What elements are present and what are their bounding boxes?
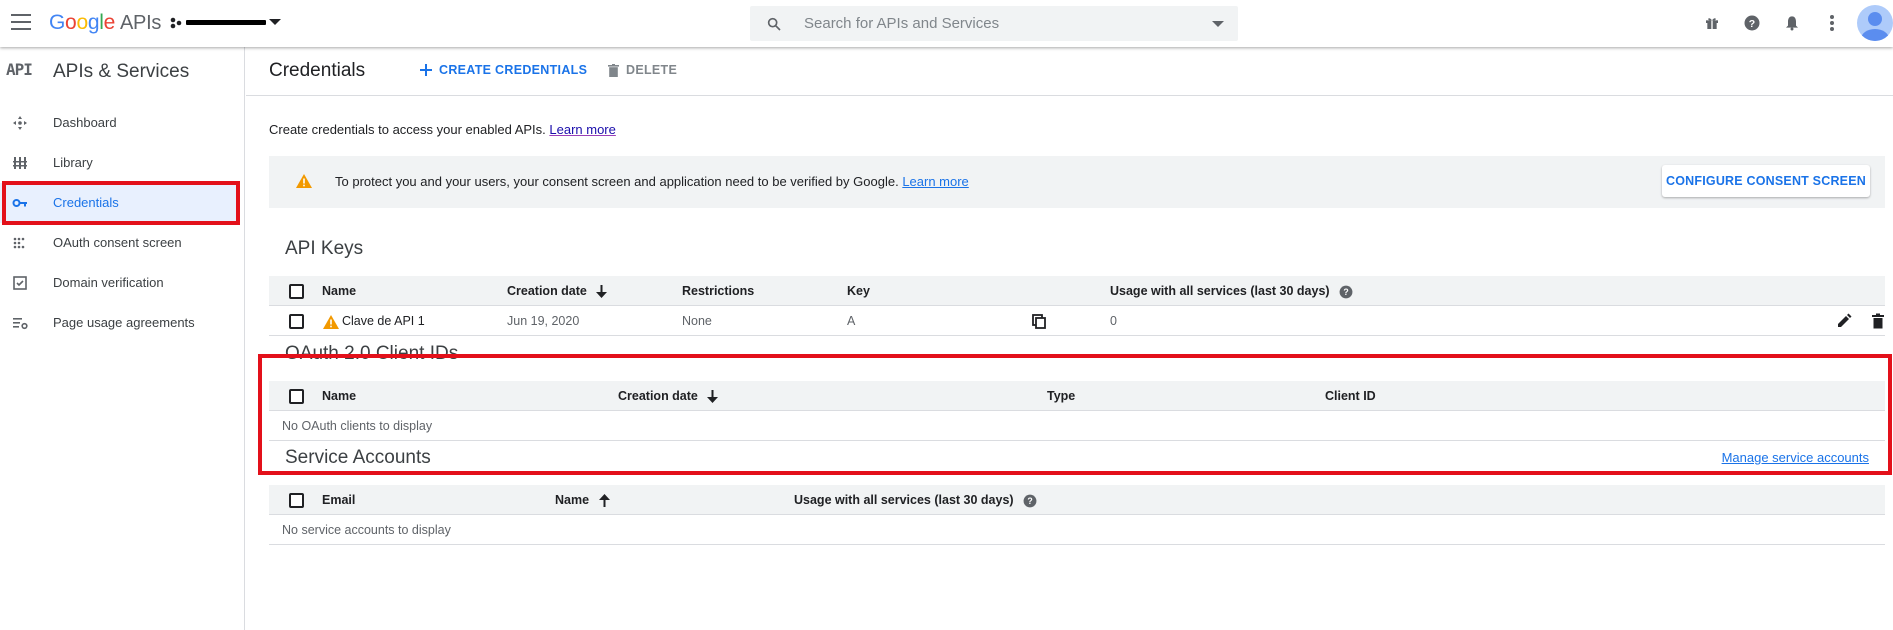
sidebar-item-page-usage[interactable]: Page usage agreements (0, 303, 240, 343)
select-all-checkbox[interactable] (289, 284, 304, 299)
checkbox-icon (13, 276, 27, 290)
google-apis-logo[interactable]: Google APIs (49, 11, 161, 35)
plus-icon (420, 64, 432, 76)
search-icon (767, 17, 781, 31)
column-header-label: Usage with all services (last 30 days) (1110, 284, 1330, 298)
api-keys-title: API Keys (285, 238, 364, 259)
page-header: Credentials CREATE CREDENTIALS DELETE (246, 47, 1893, 96)
page-title: Credentials (269, 60, 366, 81)
intro-text: Create credentials to access your enable… (269, 122, 616, 137)
column-header-usage: Usage with all services (last 30 days) ? (794, 493, 1037, 508)
copy-icon[interactable] (1031, 313, 1047, 329)
highlight-oauth-section (258, 354, 1892, 475)
column-header-restrictions: Restrictions (682, 284, 755, 298)
help-icon[interactable]: ? (1339, 285, 1353, 299)
intro-message: Create credentials to access your enable… (269, 122, 546, 137)
arrow-up-icon (598, 494, 610, 508)
api-key-date: Jun 19, 2020 (507, 314, 580, 328)
arrow-down-icon (596, 285, 608, 299)
settings-list-icon (13, 318, 28, 330)
edit-icon[interactable] (1836, 313, 1852, 329)
consent-icon (13, 237, 25, 249)
gift-icon[interactable] (1701, 12, 1723, 34)
more-vert-icon[interactable] (1821, 12, 1843, 34)
api-key-name[interactable]: Clave de API 1 (342, 314, 425, 328)
help-icon[interactable]: ? (1741, 12, 1763, 34)
project-name-redacted (186, 20, 266, 25)
sidebar-item-oauth-consent[interactable]: OAuth consent screen (0, 223, 240, 263)
table-row[interactable]: Clave de API 1 Jun 19, 2020 None A 0 (269, 306, 1885, 336)
trash-icon[interactable] (1870, 313, 1886, 329)
column-header-creation-date[interactable]: Creation date (507, 284, 608, 299)
warning-icon (296, 174, 312, 188)
sidebar-item-label: Library (53, 155, 93, 170)
main-content: Credentials CREATE CREDENTIALS DELETE Cr… (246, 47, 1893, 630)
sidebar-item-label: OAuth consent screen (53, 235, 182, 250)
highlight-credentials (2, 181, 240, 225)
menu-icon[interactable] (11, 14, 31, 30)
search-box[interactable] (750, 6, 1238, 41)
configure-consent-screen-button[interactable]: CONFIGURE CONSENT SCREEN (1662, 165, 1870, 197)
project-selector[interactable] (170, 12, 282, 32)
search-input[interactable] (804, 12, 1184, 35)
verification-banner: To protect you and your users, your cons… (269, 156, 1885, 208)
sidebar-title: APIs & Services (53, 61, 190, 82)
banner-learn-more-link[interactable]: Learn more (902, 174, 968, 189)
sidebar-item-label: Dashboard (53, 115, 117, 130)
delete-label: DELETE (626, 63, 678, 77)
select-all-checkbox[interactable] (289, 493, 304, 508)
help-icon[interactable]: ? (1023, 494, 1037, 508)
sidebar-item-label: Domain verification (53, 275, 164, 290)
sidebar-item-library[interactable]: Library (0, 143, 240, 183)
warning-icon (323, 315, 339, 329)
learn-more-link[interactable]: Learn more (549, 122, 615, 137)
svg-text:?: ? (1343, 287, 1348, 297)
top-app-bar: GoogleAPIs ? (0, 0, 1893, 47)
svg-text:?: ? (1027, 496, 1032, 506)
project-icon (170, 17, 182, 29)
column-header-name[interactable]: Name (322, 284, 356, 298)
column-header-label: Creation date (507, 284, 587, 298)
trash-icon (608, 63, 619, 77)
api-key-usage: 0 (1110, 314, 1117, 328)
delete-button[interactable]: DELETE (608, 63, 677, 77)
create-credentials-button[interactable]: CREATE CREDENTIALS (420, 63, 587, 77)
empty-message: No service accounts to display (282, 523, 451, 537)
sidebar-header: API APIs & Services (0, 47, 245, 95)
notifications-icon[interactable] (1781, 12, 1803, 34)
column-header-label: Usage with all services (last 30 days) (794, 493, 1014, 507)
sidebar-item-dashboard[interactable]: Dashboard (0, 103, 240, 143)
column-header-key: Key (847, 284, 870, 298)
column-header-name[interactable]: Name (555, 493, 610, 508)
empty-row: No service accounts to display (269, 515, 1885, 545)
banner-message: To protect you and your users, your cons… (335, 174, 969, 189)
dashboard-icon (13, 116, 27, 130)
row-checkbox[interactable] (289, 314, 304, 329)
avatar[interactable] (1857, 5, 1893, 41)
banner-text: To protect you and your users, your cons… (335, 174, 899, 189)
column-header-usage: Usage with all services (last 30 days) ? (1110, 284, 1353, 299)
library-icon (13, 157, 27, 169)
sidebar: API APIs & Services Dashboard Library Cr… (0, 47, 245, 630)
create-credentials-label: CREATE CREDENTIALS (439, 63, 588, 77)
svg-text:?: ? (1749, 18, 1755, 30)
sidebar-item-label: Page usage agreements (53, 315, 195, 330)
column-header-email: Email (322, 493, 356, 507)
column-header-label: Name (555, 493, 590, 507)
api-icon: API (6, 60, 33, 79)
chevron-down-icon (269, 19, 281, 25)
api-key-value: A (847, 314, 856, 328)
sidebar-item-domain-verification[interactable]: Domain verification (0, 263, 240, 303)
service-accounts-table-header: Email Name Usage with all services (last… (269, 485, 1885, 515)
search-dropdown-icon[interactable] (1212, 21, 1224, 27)
api-keys-table-header: Name Creation date Restrictions Key Usag… (269, 276, 1885, 306)
api-key-restrictions: None (682, 314, 712, 328)
